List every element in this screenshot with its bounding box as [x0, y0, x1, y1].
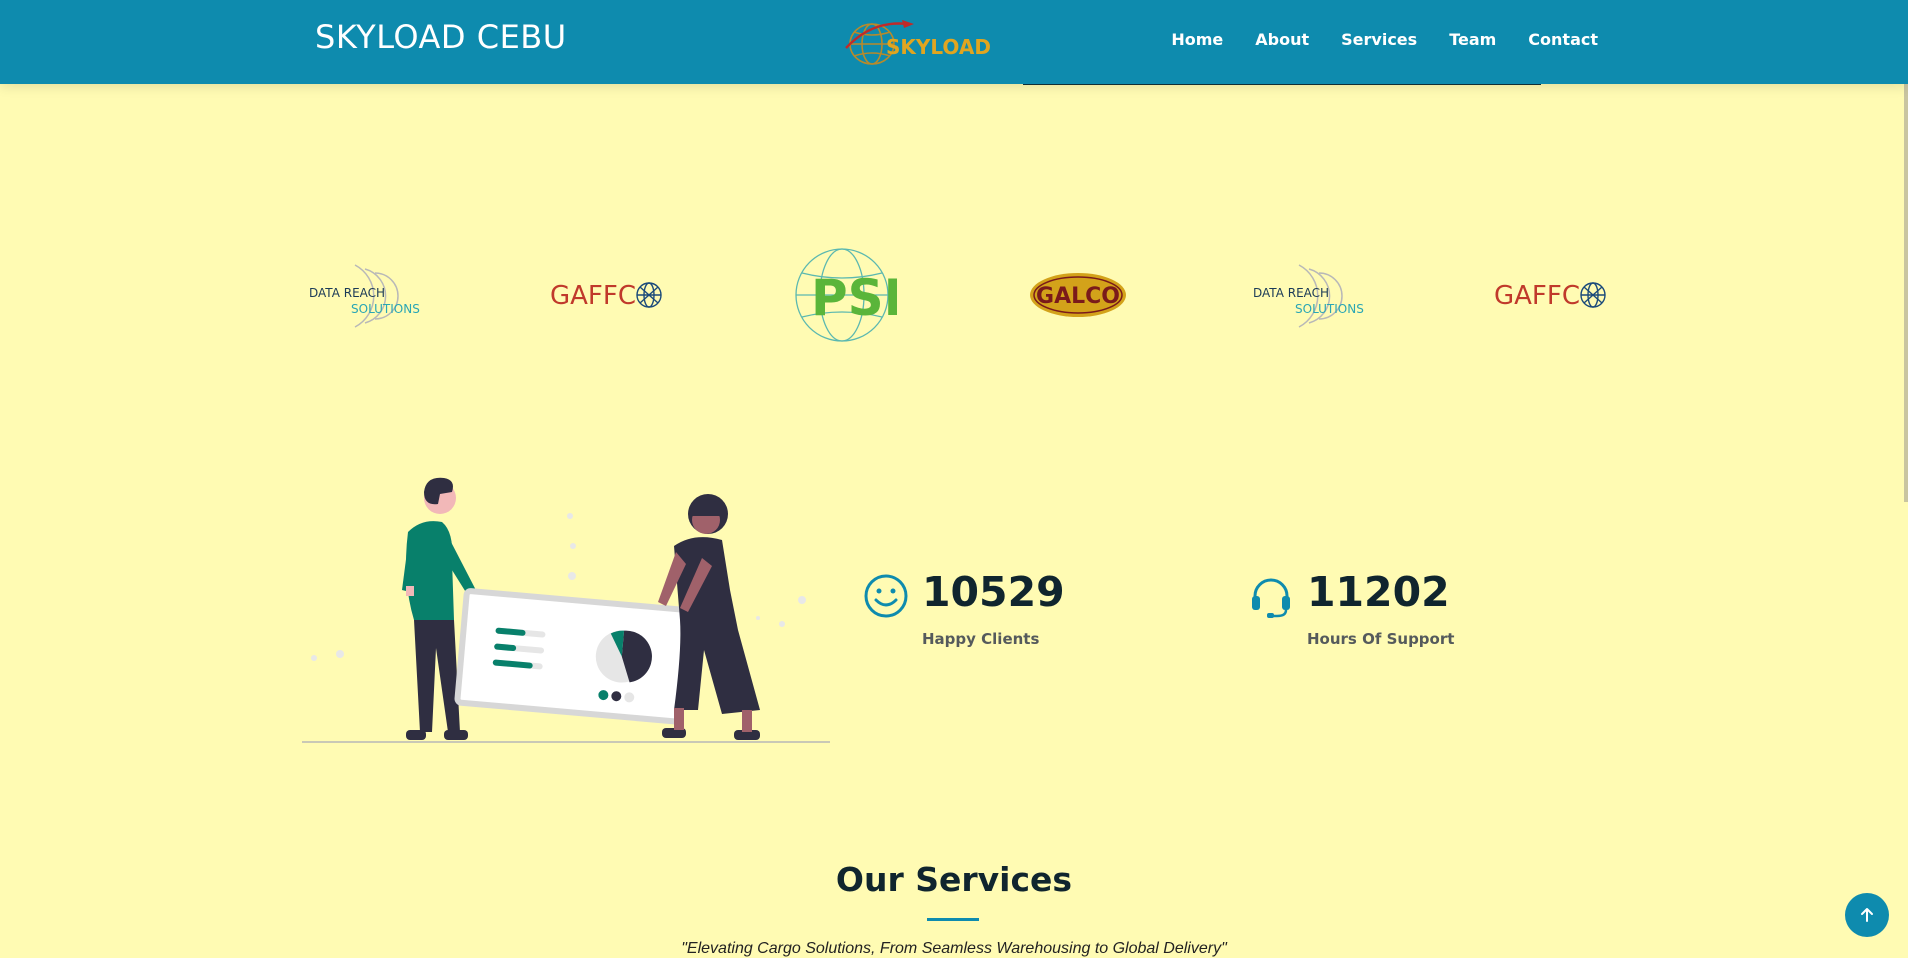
site-title[interactable]: SKYLOAD CEBU	[315, 18, 567, 56]
smile-icon	[864, 574, 908, 618]
main-nav: Home About Services Team Contact	[1171, 30, 1598, 49]
hours-support-label: Hours Of Support	[1307, 630, 1455, 648]
svg-text:DATA REACH: DATA REACH	[1253, 286, 1329, 300]
svg-text:SOLUTIONS: SOLUTIONS	[1295, 302, 1364, 316]
gaffco-logo: GAFFC	[1494, 281, 1606, 311]
client-logo-psi[interactable]: PSI	[772, 240, 912, 350]
clients-carousel: DATA REACH SOLUTIONS GAFFC PSI GALCO DAT…	[300, 240, 1606, 350]
svg-text:PSI: PSI	[811, 269, 897, 327]
nav-home[interactable]: Home	[1171, 30, 1223, 49]
svg-text:SOLUTIONS: SOLUTIONS	[351, 302, 420, 316]
happy-clients-count: 10529	[922, 568, 1065, 616]
hours-support-count: 11202	[1307, 568, 1450, 616]
svg-text:SKYLOAD: SKYLOAD	[886, 35, 990, 59]
team-presentation-illustration	[302, 477, 830, 743]
arrow-up-icon	[1861, 908, 1873, 922]
nav-services[interactable]: Services	[1341, 30, 1417, 49]
nav-about[interactable]: About	[1255, 30, 1309, 49]
services-subtitle: "Elevating Cargo Solutions, From Seamles…	[681, 940, 1227, 957]
client-logo-galco[interactable]: GALCO	[1008, 240, 1148, 350]
title-underline	[927, 918, 979, 921]
svg-text:GAFFC: GAFFC	[550, 281, 636, 311]
client-logo-data-reach[interactable]: DATA REACH SOLUTIONS	[300, 240, 440, 350]
back-to-top-button[interactable]	[1845, 893, 1889, 937]
data-reach-logo: DATA REACH SOLUTIONS	[1253, 264, 1364, 328]
site-header: SKYLOAD CEBU SKYLOAD Home About Services…	[0, 0, 1908, 84]
skyload-logo[interactable]: SKYLOAD	[842, 14, 990, 68]
svg-text:GAFFC: GAFFC	[1494, 281, 1580, 311]
services-title: Our Services	[835, 860, 1073, 899]
svg-text:DATA REACH: DATA REACH	[309, 286, 385, 300]
scrollbar-thumb[interactable]	[1904, 82, 1908, 502]
client-logo-gaffco[interactable]: GAFFC	[536, 240, 676, 350]
nav-contact[interactable]: Contact	[1528, 30, 1598, 49]
headset-icon	[1252, 578, 1290, 618]
happy-clients-label: Happy Clients	[922, 630, 1040, 648]
data-reach-logo: DATA REACH SOLUTIONS	[309, 264, 420, 328]
svg-text:GALCO: GALCO	[1036, 284, 1120, 309]
gaffco-logo: GAFFC	[550, 281, 662, 311]
psi-logo: PSI	[795, 248, 897, 342]
galco-logo: GALCO	[1030, 273, 1126, 317]
client-logo-gaffco-2[interactable]: GAFFC	[1480, 240, 1620, 350]
client-logo-data-reach-2[interactable]: DATA REACH SOLUTIONS	[1244, 240, 1384, 350]
nav-team[interactable]: Team	[1449, 30, 1496, 49]
